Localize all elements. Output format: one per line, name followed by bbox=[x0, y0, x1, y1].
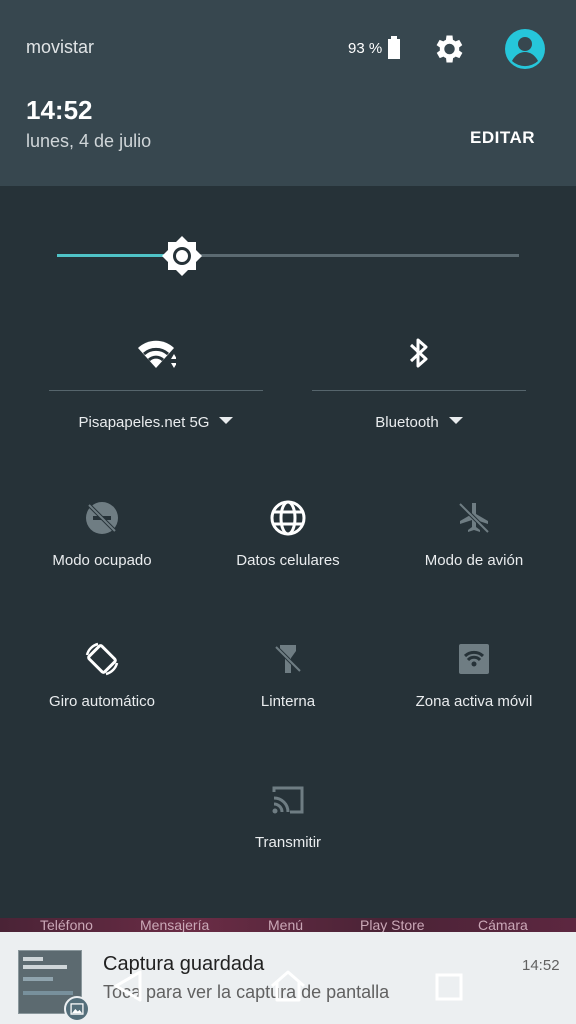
battery-percent: 93 % bbox=[348, 40, 383, 57]
wifi-icon bbox=[138, 340, 176, 368]
tile-modo-ocupado[interactable]: Modo ocupado bbox=[7, 500, 197, 600]
tile-label: Zona activa móvil bbox=[415, 693, 533, 710]
tile-bluetooth[interactable]: Bluetooth bbox=[312, 330, 526, 450]
brightness-slider[interactable] bbox=[57, 254, 519, 257]
chevron-down-icon bbox=[219, 417, 234, 424]
app-label-camara: Cámara bbox=[478, 918, 528, 932]
home-icon[interactable] bbox=[268, 966, 308, 1006]
quick-settings-header: movistar 93 % 14:52 lunes, 4 de julio ED… bbox=[0, 0, 576, 186]
tile-zona-activa-movil[interactable]: Zona activa móvil bbox=[379, 641, 569, 741]
tile-wifi[interactable]: Pisapapeles.net 5G bbox=[49, 330, 263, 450]
wifi-divider bbox=[49, 390, 263, 391]
app-label-play-store: Play Store bbox=[360, 918, 425, 932]
settings-icon[interactable] bbox=[430, 31, 466, 67]
carrier-name: movistar bbox=[26, 37, 95, 57]
airplane-icon bbox=[458, 502, 490, 534]
tile-transmitir[interactable]: Transmitir bbox=[193, 782, 383, 882]
clock-time: 14:52 bbox=[26, 95, 93, 125]
brightness-icon[interactable] bbox=[161, 235, 203, 277]
wifi-network-dropdown[interactable]: Pisapapeles.net 5G bbox=[49, 414, 263, 431]
globe-icon bbox=[270, 500, 306, 536]
tile-label: Giro automático bbox=[49, 693, 155, 710]
notification-time: 14:52 bbox=[522, 957, 560, 974]
tile-label: Linterna bbox=[260, 693, 316, 710]
tile-label: Transmitir bbox=[254, 834, 322, 851]
cast-icon bbox=[272, 786, 304, 814]
auto-rotate-icon bbox=[85, 642, 119, 676]
bluetooth-dropdown[interactable]: Bluetooth bbox=[312, 414, 526, 431]
tile-label: Modo de avión bbox=[424, 552, 524, 569]
tile-label: Modo ocupado bbox=[52, 552, 152, 569]
app-label-telefono: Teléfono bbox=[40, 918, 93, 932]
flashlight-off-icon bbox=[274, 645, 302, 673]
battery-icon bbox=[388, 36, 400, 59]
recents-icon[interactable] bbox=[432, 966, 466, 1006]
hotspot-icon bbox=[459, 644, 489, 674]
back-icon[interactable] bbox=[110, 966, 146, 1006]
tile-giro-automatico[interactable]: Giro automático bbox=[7, 641, 197, 741]
image-icon bbox=[64, 996, 90, 1022]
chevron-down-icon bbox=[448, 417, 463, 424]
tile-label: Datos celulares bbox=[236, 552, 340, 569]
bluetooth-divider bbox=[312, 390, 526, 391]
app-label-menu: Menú bbox=[268, 918, 304, 932]
date-label: lunes, 4 de julio bbox=[26, 131, 152, 151]
tile-linterna[interactable]: Linterna bbox=[193, 641, 383, 741]
user-account-icon[interactable] bbox=[504, 28, 546, 70]
edit-button[interactable]: EDITAR bbox=[470, 128, 535, 148]
home-app-row: Teléfono Mensajería Menú Play Store Cáma… bbox=[0, 918, 576, 932]
wifi-network-label: Pisapapeles.net 5G bbox=[78, 414, 210, 431]
bluetooth-label: Bluetooth bbox=[375, 414, 439, 431]
bluetooth-icon bbox=[409, 338, 428, 368]
app-label-mensajeria: Mensajería bbox=[140, 918, 210, 932]
tile-modo-avion[interactable]: Modo de avión bbox=[379, 500, 569, 600]
do-not-disturb-off-icon bbox=[86, 502, 118, 534]
tile-datos-celulares[interactable]: Datos celulares bbox=[193, 500, 383, 600]
